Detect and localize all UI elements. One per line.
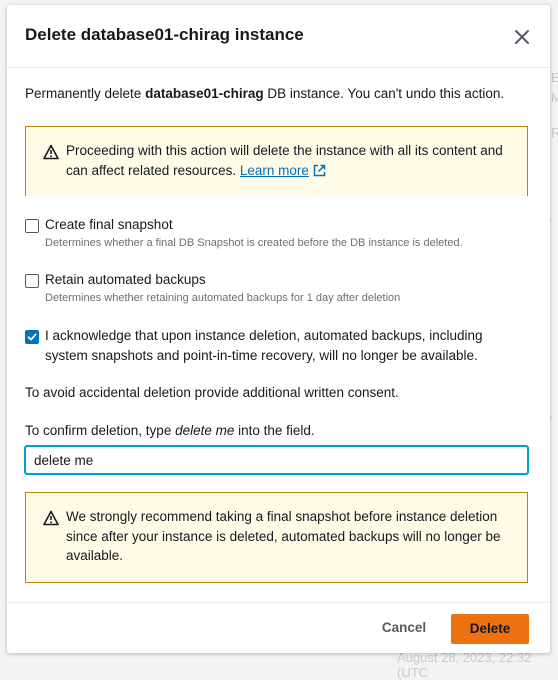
confirm-phrase: delete me — [175, 423, 235, 438]
warning-icon — [43, 510, 59, 526]
intro-text: Permanently delete database01-chirag DB … — [25, 84, 504, 104]
snapshot-warning-text: We strongly recommend taking a final sna… — [66, 509, 501, 563]
warning-text: Proceeding with this action will delete … — [66, 141, 507, 180]
warning-alert-snapshot: We strongly recommend taking a final sna… — [25, 492, 528, 583]
learn-more-label: Learn more — [239, 162, 309, 178]
acknowledge-label: I acknowledge that upon instance deletio… — [45, 328, 483, 363]
retain-backups-label: Retain automated backups — [45, 272, 206, 287]
modal-footer — [7, 602, 550, 603]
backdrop-fragment: M — [551, 90, 558, 105]
close-button[interactable] — [510, 25, 534, 49]
delete-button[interactable]: Delete — [451, 614, 529, 644]
cancel-button[interactable]: Cancel — [372, 614, 436, 642]
backdrop-fragment: E — [551, 70, 558, 85]
confirm-delete-input[interactable] — [25, 446, 528, 474]
consent-text: To avoid accidental deletion provide add… — [25, 385, 399, 400]
retain-backups-description: Determines whether retaining automated b… — [45, 292, 401, 304]
intro-prefix: Permanently delete — [25, 86, 146, 101]
acknowledge-checkbox[interactable] — [25, 330, 39, 344]
backdrop-fragment: R — [551, 125, 558, 140]
backdrop-fragment: August 28, 2023, 22:32 (UTC — [397, 650, 532, 680]
confirm-instruction: To confirm deletion, type delete me into… — [25, 421, 315, 441]
warning-icon — [43, 144, 59, 160]
close-icon — [515, 30, 529, 44]
external-link-icon — [313, 164, 326, 176]
warning-alert-delete: Proceeding with this action will delete … — [25, 126, 528, 196]
intro-suffix: DB instance. You can't undo this action. — [263, 86, 505, 101]
modal-header: Delete database01-chirag instance — [7, 5, 550, 68]
create-final-snapshot-checkbox[interactable] — [25, 219, 39, 233]
checkmark-icon — [27, 333, 37, 341]
instance-name: database01-chirag — [145, 86, 264, 101]
confirm-prefix: To confirm deletion, type — [25, 423, 176, 438]
modal-title: Delete database01-chirag instance — [25, 25, 304, 44]
create-final-snapshot-description: Determines whether a final DB Snapshot i… — [45, 237, 463, 249]
learn-more-link[interactable]: Learn more — [240, 163, 326, 178]
create-final-snapshot-label: Create final snapshot — [45, 217, 173, 232]
delete-instance-modal: Delete database01-chirag instance Perman… — [7, 5, 550, 653]
confirm-suffix: into the field. — [234, 423, 315, 438]
retain-backups-checkbox[interactable] — [25, 274, 39, 288]
